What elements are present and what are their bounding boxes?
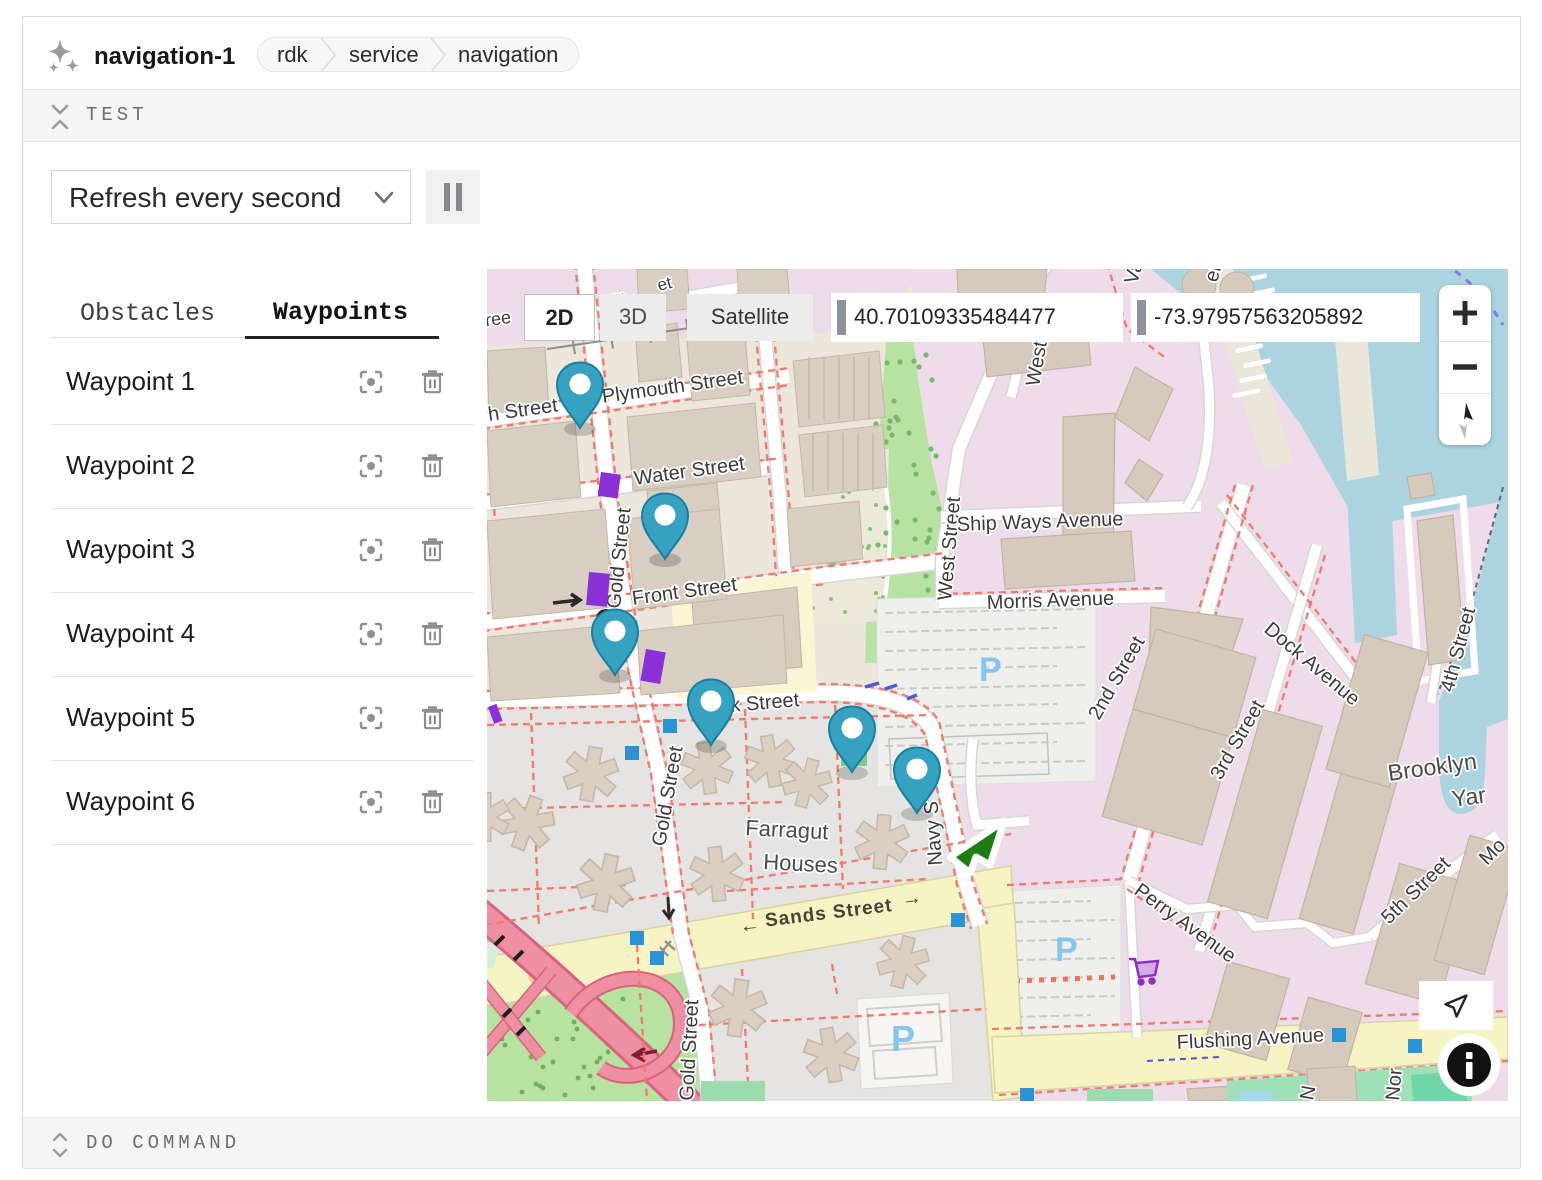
- svg-text:→: →: [900, 886, 923, 910]
- svg-text:Houses: Houses: [763, 849, 839, 878]
- svg-text:Morris Avenue: Morris Avenue: [986, 588, 1114, 614]
- svg-text:Nor: Nor: [1382, 1067, 1407, 1101]
- svg-text:P: P: [1055, 931, 1078, 969]
- svg-text:Yar: Yar: [1450, 781, 1488, 812]
- svg-text:P: P: [891, 1018, 915, 1059]
- svg-text:P: P: [979, 651, 1002, 689]
- svg-text:Farragut: Farragut: [745, 815, 829, 844]
- svg-text:←: ←: [738, 913, 761, 937]
